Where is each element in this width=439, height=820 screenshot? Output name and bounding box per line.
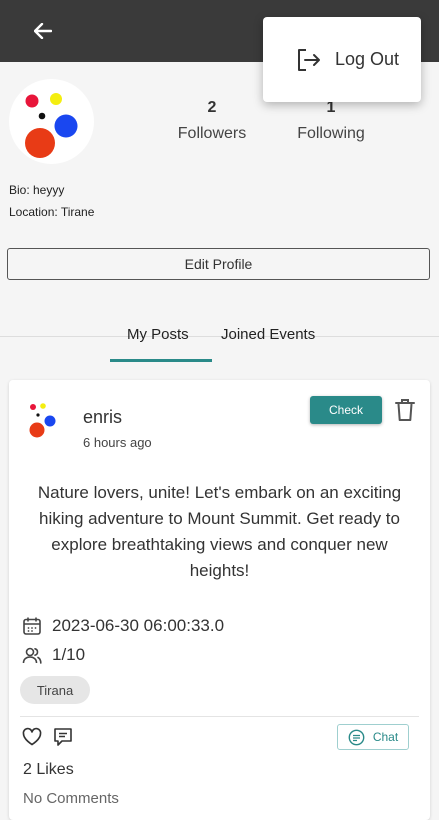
event-datetime-row: 2023-06-30 06:00:33.0 (22, 616, 224, 636)
heart-icon (22, 727, 42, 746)
calendar-icon (22, 616, 42, 636)
comment-icon (54, 728, 72, 746)
chat-button[interactable]: Chat (337, 724, 409, 750)
profile-avatar (9, 79, 94, 164)
active-tab-indicator (110, 359, 212, 362)
followers-stat[interactable]: 2 Followers (152, 99, 272, 143)
post-username[interactable]: enris (83, 407, 122, 428)
people-icon (22, 645, 42, 665)
tab-joined-events[interactable]: Joined Events (221, 326, 315, 343)
location-tag[interactable]: Tirana (20, 676, 90, 704)
followers-label: Followers (177, 125, 247, 142)
trash-icon (395, 399, 415, 421)
followers-count: 2 (207, 99, 217, 116)
logout-label: Log Out (335, 49, 400, 69)
post-time: 6 hours ago (83, 435, 152, 450)
post-author-avatar (25, 402, 61, 442)
check-button[interactable]: Check (310, 396, 382, 424)
chat-label: Chat (372, 730, 399, 744)
comments-count[interactable]: No Comments (23, 790, 119, 807)
chat-icon (348, 729, 365, 745)
back-arrow-icon (34, 23, 52, 39)
likes-count[interactable]: 2 Likes (23, 761, 74, 779)
event-datetime: 2023-06-30 06:00:33.0 (52, 616, 225, 635)
participants-count: 1/10 (52, 645, 86, 664)
back-button[interactable] (28, 16, 58, 46)
post-body: Nature lovers, unite! Let's embark on an… (37, 483, 402, 580)
following-stat[interactable]: 1 Following (271, 99, 391, 143)
delete-post-button[interactable] (394, 398, 416, 422)
logout-menu-item[interactable]: Log Out (263, 17, 421, 102)
edit-profile-button[interactable]: Edit Profile (7, 248, 430, 280)
following-label: Following (297, 125, 365, 142)
card-divider (20, 716, 419, 717)
profile-location: Location: Tirane (9, 205, 95, 219)
overflow-menu: Log Out (263, 17, 421, 102)
tabs-divider (0, 336, 439, 337)
like-button[interactable] (22, 727, 42, 747)
tab-my-posts[interactable]: My Posts (127, 326, 189, 343)
participants-row: 1/10 (22, 645, 85, 665)
post-card: enris 6 hours ago Check Nature lovers, u… (9, 380, 430, 820)
profile-bio: Bio: heyyy (9, 183, 65, 197)
comment-button[interactable] (53, 727, 73, 747)
logout-icon (295, 47, 321, 73)
